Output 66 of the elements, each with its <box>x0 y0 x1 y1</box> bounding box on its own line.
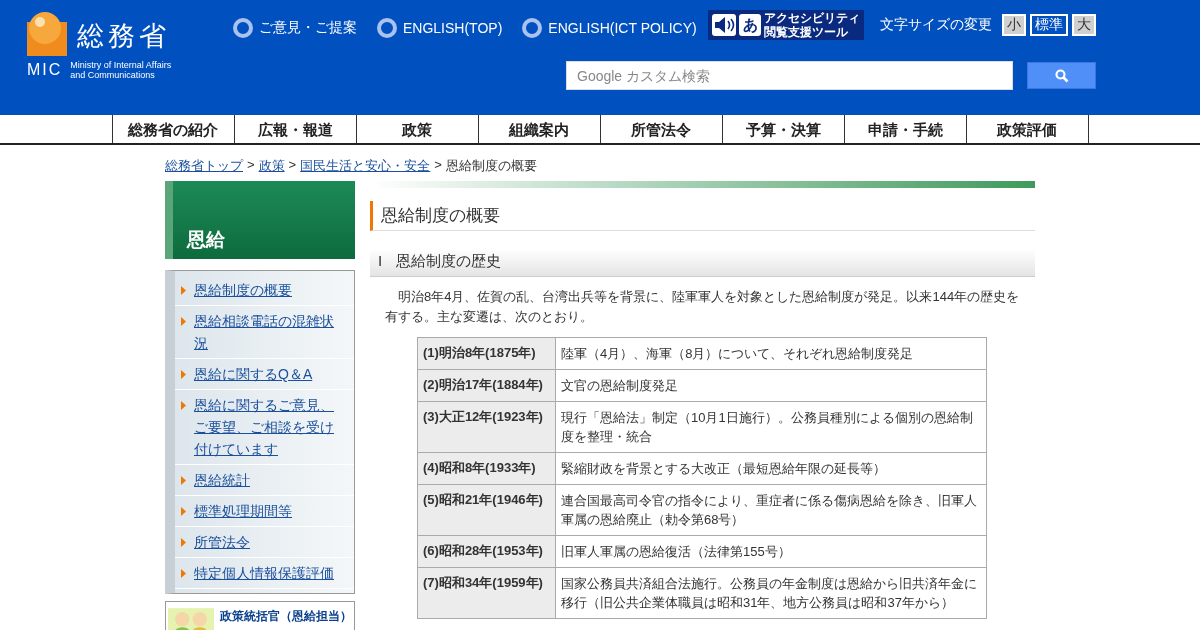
nav-tab[interactable]: 組織案内 <box>477 115 600 143</box>
nav-tab[interactable]: 政策 <box>355 115 478 143</box>
bullet-icon <box>181 286 186 295</box>
table-cell: (5)昭和21年(1946年) <box>417 484 556 536</box>
table-cell: 文官の恩給制度発足 <box>555 369 987 402</box>
table-cell: 陸軍（4月）、海軍（8月）について、それぞれ恩給制度発足 <box>555 337 987 370</box>
sidebar-link[interactable]: 恩給統計 <box>194 469 250 491</box>
font-size-button[interactable]: 標準 <box>1030 14 1068 36</box>
font-size-label: 文字サイズの変更 <box>880 16 992 34</box>
table-cell: (2)明治17年(1884年) <box>417 369 556 402</box>
table-cell: (7)昭和34年(1959年) <box>417 567 556 619</box>
sidebar-link[interactable]: 恩給に関するQ＆A <box>194 363 313 385</box>
table-cell: (6)昭和28年(1953年) <box>417 535 556 568</box>
page-title: 恩給制度の概要 <box>370 201 1035 231</box>
breadcrumb-separator: > <box>288 157 297 174</box>
breadcrumb-link[interactable]: 政策 <box>258 157 285 181</box>
bullet-icon <box>181 507 186 516</box>
breadcrumb-separator: > <box>247 157 255 174</box>
nav-tab[interactable]: 政策評価 <box>965 115 1089 143</box>
font-size-button[interactable]: 小 <box>1002 14 1026 36</box>
logo-english-text: and Communications <box>70 70 156 80</box>
nav-tab[interactable]: 所管法令 <box>599 115 722 143</box>
sidebar-link[interactable]: 恩給相談電話の混雑状況 <box>194 310 346 354</box>
header-link[interactable]: ENGLISH(TOP) <box>377 17 503 39</box>
bullet-icon <box>181 370 186 379</box>
sidebar-link[interactable]: 特定個人情報保護評価 <box>194 562 334 584</box>
search-field[interactable]: Google カスタム検索 <box>566 61 1013 90</box>
breadcrumb-link[interactable]: 国民生活と安心・安全 <box>300 157 431 181</box>
table-cell: (3)大正12年(1923年) <box>417 401 556 453</box>
table-cell: (4)昭和8年(1933年) <box>417 452 556 485</box>
font-size-button[interactable]: 大 <box>1072 14 1096 36</box>
logo-english-text: Ministry of Internal Affairs <box>70 60 172 70</box>
logo-name: 総務省 <box>77 19 170 53</box>
bullet-icon <box>181 569 186 578</box>
nav-tab[interactable]: 総務省の紹介 <box>111 115 234 143</box>
breadcrumb-separator: > <box>434 157 442 174</box>
nav-tab[interactable]: 申請・手続 <box>843 115 966 143</box>
bullet-icon <box>181 401 186 410</box>
search-icon <box>1054 68 1069 83</box>
header-link[interactable]: ご意見・ご提案 <box>233 17 357 39</box>
bullet-icon <box>181 538 186 547</box>
header-link[interactable]: ENGLISH(ICT POLICY) <box>522 17 697 39</box>
table-cell: (1)明治8年(1875年) <box>417 337 556 370</box>
banner-link[interactable]: 政策統括官（恩給担当） <box>165 601 355 630</box>
sidebar-title: 恩給 <box>165 181 355 259</box>
section-heading: I 恩給制度の歴史 <box>370 249 1035 277</box>
breadcrumb-current: 恩給制度の概要 <box>445 157 537 175</box>
sidebar-link[interactable]: 恩給制度の概要 <box>194 279 292 301</box>
sidebar-link[interactable]: 標準処理期間等 <box>194 500 292 522</box>
nav-tab[interactable]: 広報・報道 <box>233 115 356 143</box>
logo-icon <box>27 12 67 56</box>
logo-abbreviation: MIC <box>27 60 63 80</box>
paragraph: 明治8年4月、佐賀の乱、台湾出兵等を背景に、陸軍軍人を対象とした恩給制度が発足。以来144年の歴史を有する。主な変遷は、次のとおり。 <box>384 288 1021 326</box>
breadcrumb-link[interactable]: 総務省トップ <box>165 157 243 181</box>
nav-tab[interactable]: 予算・決算 <box>721 115 844 143</box>
sidebar-link[interactable]: 恩給に関するご意見、ご要望、ご相談を受け付けています <box>194 394 346 460</box>
table-cell: 国家公務員共済組合法施行。公務員の年金制度は恩給から旧共済年金に移行（旧公共企業体職員は昭和31年、地方公務員は昭和37年から） <box>555 567 987 619</box>
search-button[interactable] <box>1027 62 1096 89</box>
sidebar-link[interactable]: 所管法令 <box>194 531 250 553</box>
table-cell: 連合国最高司令官の指令により、重症者に係る傷病恩給を除き、旧軍人軍属の恩給廃止（勅令第68号） <box>555 484 987 536</box>
table-cell: 旧軍人軍属の恩給復活（法律第155号） <box>555 535 987 568</box>
bullet-icon <box>181 476 186 485</box>
bullet-icon <box>181 317 186 326</box>
speaker-icon <box>712 14 736 36</box>
table-cell: 現行「恩給法」制定（10月1日施行）。公務員種別による個別の恩給制度を整理・統合 <box>555 401 987 453</box>
table-cell: 緊縮財政を背景とする大改正（最短恩給年限の延長等） <box>555 452 987 485</box>
